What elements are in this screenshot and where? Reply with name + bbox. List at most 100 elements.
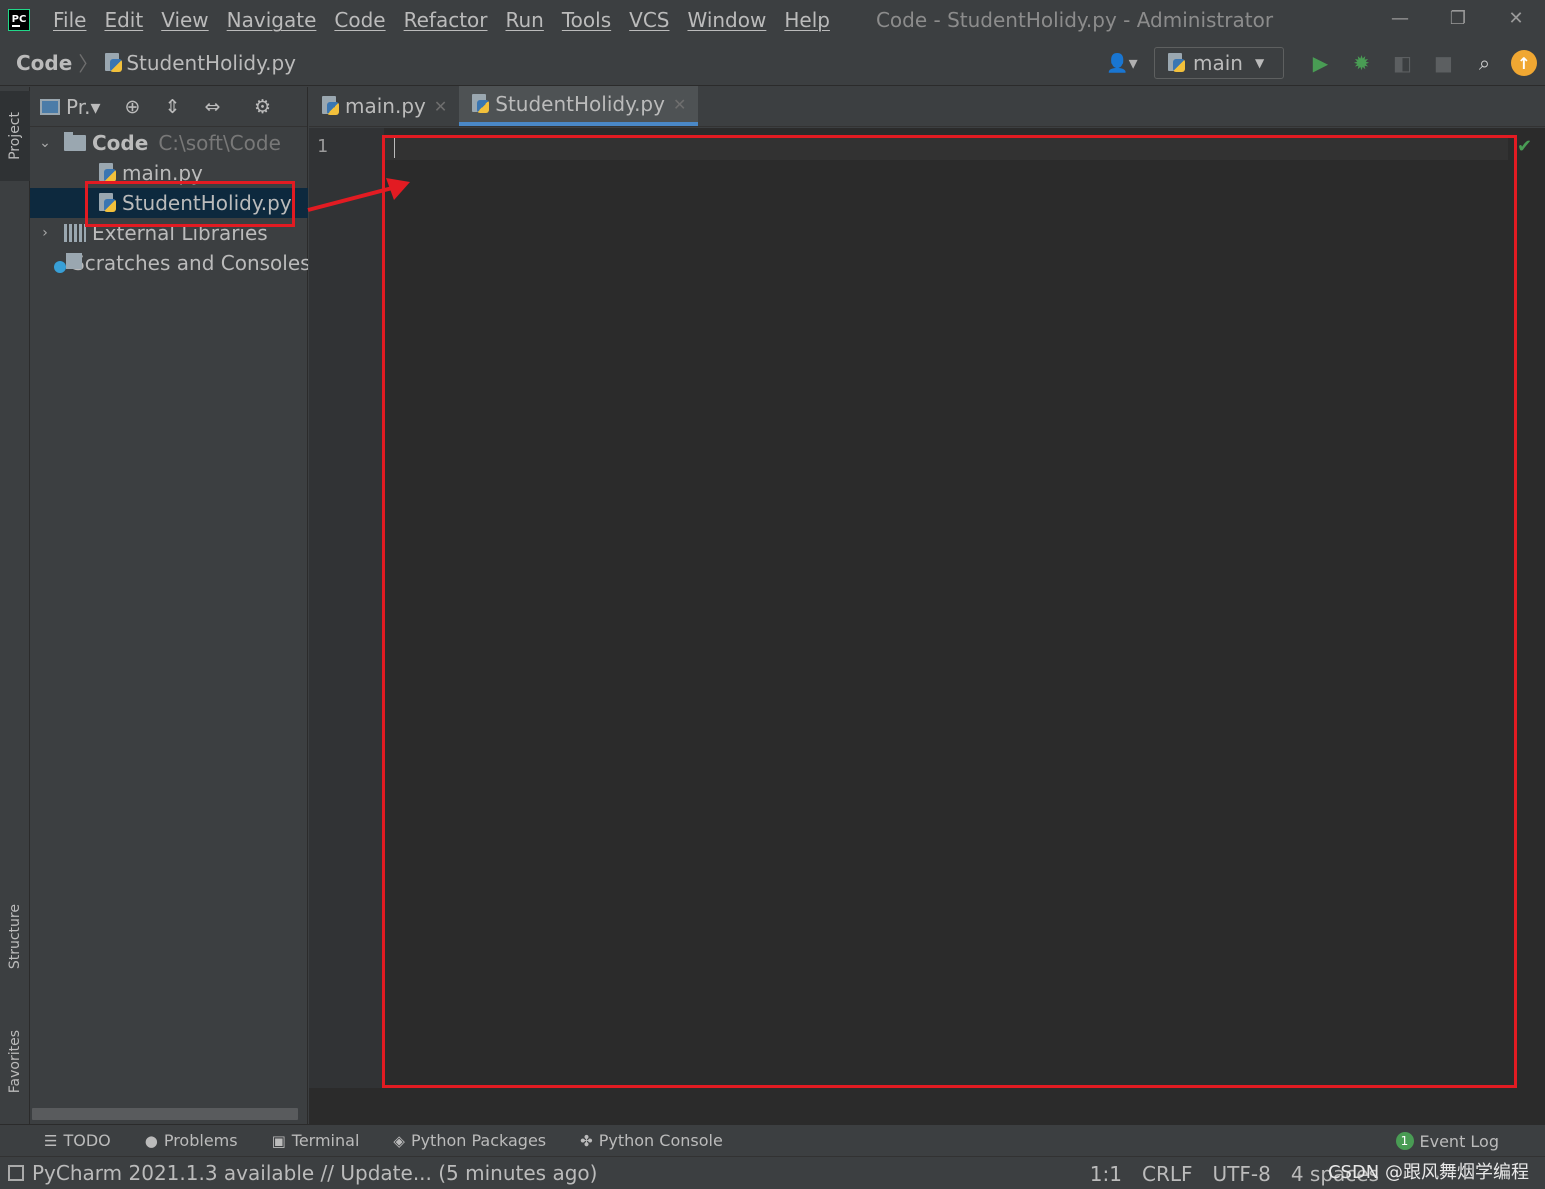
collapse-all-icon[interactable]: ⇔ [193,96,233,118]
chevron-down-icon[interactable]: ⌄ [38,135,52,151]
tool-window-bar: ☰ TODO ● Problems ▣ Terminal ◈ Python Pa… [0,1124,1545,1156]
menu-vcs[interactable]: VCS [620,8,678,32]
close-window-button[interactable]: ✕ [1487,0,1545,36]
close-icon[interactable]: ✕ [434,97,447,116]
close-icon[interactable]: ✕ [673,95,686,114]
minimize-button[interactable]: — [1371,0,1429,36]
coverage-icon[interactable]: ◧ [1382,47,1423,79]
tree-row-external-libraries[interactable]: › External Libraries [30,218,308,248]
project-side-tab[interactable]: Project [0,91,30,181]
todo-button[interactable]: ☰ TODO [44,1131,111,1150]
menu-refactor[interactable]: Refactor [395,8,497,32]
tab-studentholidy-py[interactable]: StudentHolidy.py ✕ [459,86,699,126]
python-console-label: Python Console [598,1131,723,1150]
terminal-icon: ▣ [271,1131,286,1150]
gear-icon[interactable]: ⚙ [243,96,283,118]
stop-icon[interactable]: ■ [1423,47,1464,79]
editor-tab-bar: main.py ✕ StudentHolidy.py ✕ [309,86,1545,127]
python-file-icon [98,163,116,183]
terminal-label: Terminal [291,1131,360,1150]
search-icon[interactable]: ⌕ [1464,47,1505,79]
menu-navigate[interactable]: Navigate [218,8,326,32]
file-label-studentholidy: StudentHolidy.py [122,191,292,215]
menu-help[interactable]: Help [775,8,839,32]
project-side-tab-label: Project [7,112,23,160]
python-file-icon [471,94,490,114]
python-packages-button[interactable]: ◈ Python Packages [393,1131,546,1150]
run-icon[interactable]: ▶ [1300,47,1341,79]
restore-button[interactable]: ❐ [1429,0,1487,36]
tree-row-scratches[interactable]: Scratches and Consoles [30,248,308,278]
problems-button[interactable]: ● Problems [145,1131,238,1150]
caret-position[interactable]: 1:1 [1090,1162,1122,1186]
run-config-select[interactable]: main ▼ [1154,47,1284,79]
inspection-ok-check-icon[interactable]: ✔ [1517,136,1532,157]
project-view-icon [40,98,60,115]
project-view-select[interactable]: Pr.▾ [66,95,101,119]
vcs-user-icon[interactable]: 👤▾ [1100,48,1144,78]
tab-main-py[interactable]: main.py ✕ [309,86,459,126]
tree-row-studentholidy-py[interactable]: StudentHolidy.py [30,188,308,218]
breadcrumb-project[interactable]: Code [16,51,72,75]
list-icon: ☰ [44,1131,58,1150]
menu-window[interactable]: Window [678,8,775,32]
terminal-button[interactable]: ▣ Terminal [272,1131,360,1150]
watermark: CSDN @跟风舞烟学编程 [1327,1162,1529,1183]
annotation-arrow-icon [307,178,410,212]
menu-run[interactable]: Run [497,8,553,32]
structure-side-tab-label: Structure [7,904,23,970]
tree-row-project-root[interactable]: ⌄ Code C:\soft\Code [30,128,308,158]
line-separator[interactable]: CRLF [1142,1162,1193,1186]
menu-view[interactable]: View [152,8,217,32]
folder-icon [64,132,86,151]
menu-tools[interactable]: Tools [553,8,620,32]
logo-text: PC [11,14,27,25]
line-number: 1 [317,136,328,157]
horizontal-scrollbar[interactable] [32,1108,298,1120]
tree-row-main-py[interactable]: main.py [30,158,308,188]
python-file-icon [321,96,339,116]
main-toolbar: 👤▾ main ▼ ▶ ✹ ◧ ■ ⌕ ↑ [1100,40,1545,86]
title-bar: PC File Edit View Navigate Code Refactor… [0,0,1545,40]
tab-studentholidy-label: StudentHolidy.py [495,92,665,116]
pycharm-logo-icon: PC [8,9,30,31]
external-libraries-label: External Libraries [92,221,268,245]
menu-edit[interactable]: Edit [95,8,152,32]
run-config-label: main [1193,51,1243,75]
event-log-label: Event Log [1419,1131,1500,1151]
packages-icon: ◈ [393,1131,405,1150]
python-console-button[interactable]: ✤ Python Console [580,1131,723,1150]
debug-icon[interactable]: ✹ [1341,47,1382,79]
editor-bottom-area [309,1088,1545,1124]
menu-file[interactable]: File [44,8,95,32]
todo-label: TODO [63,1131,111,1150]
locate-file-icon[interactable]: ⊕ [113,96,153,118]
text-caret [394,138,395,158]
update-available-icon[interactable]: ↑ [1511,50,1537,76]
libraries-icon [64,224,86,242]
breadcrumb-separator-icon: 〉 [78,52,99,76]
window-title: Code - StudentHolidy.py - Administrator [875,8,1274,32]
status-bar: PyCharm 2021.1.3 available // Update... … [0,1156,1545,1189]
chevron-right-icon[interactable]: › [38,225,52,241]
python-file-icon [98,193,116,213]
tool-windows-toggle-icon[interactable] [8,1165,24,1181]
project-panel-toolbar: Pr.▾ ⊕ ⇕ ⇔ ⚙ [30,87,307,127]
file-label-main: main.py [122,161,203,185]
python-config-icon [1167,53,1185,73]
info-icon: ● [144,1131,158,1150]
status-message[interactable]: PyCharm 2021.1.3 available // Update... … [32,1161,597,1185]
expand-all-icon[interactable]: ⇕ [153,96,193,118]
menu-code[interactable]: Code [325,8,394,32]
event-log-button[interactable]: 1 Event Log [1395,1125,1500,1157]
tab-main-label: main.py [345,94,426,118]
favorites-side-tab[interactable]: Favorites [0,1007,30,1117]
breadcrumb-file[interactable]: StudentHolidy.py [126,51,296,75]
problems-label: Problems [163,1131,238,1150]
python-file-icon [104,52,123,73]
navigation-bar: Code 〉 StudentHolidy.py 👤▾ main ▼ ▶ ✹ ◧ … [0,40,1545,86]
structure-side-tab[interactable]: Structure [0,882,30,992]
menu-bar: File Edit View Navigate Code Refactor Ru… [44,8,839,32]
file-encoding[interactable]: UTF-8 [1213,1162,1271,1186]
code-editor[interactable] [384,128,1526,1088]
